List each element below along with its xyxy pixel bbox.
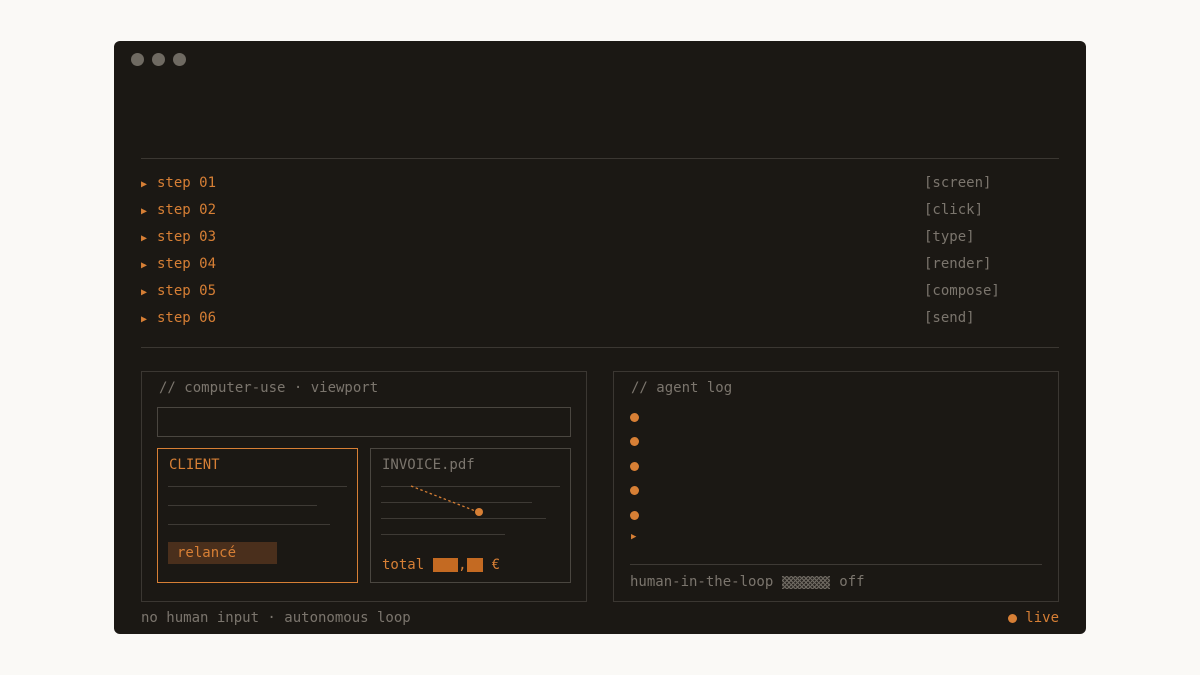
log-divider [630,564,1042,565]
play-arrow-icon: ▶ [141,179,148,190]
play-arrow-icon: ▶ [141,287,148,298]
step-row[interactable]: ▶ step 03 [type] [141,228,1059,255]
play-arrow-icon: ▶ [141,314,148,325]
minimize-dot-icon[interactable] [152,53,165,66]
step-label: step 02 [157,202,217,218]
divider-top [141,158,1059,159]
redacted-amount [466,558,483,572]
step-tag: [compose] [924,283,1000,299]
log-bullet-icon [630,462,639,471]
footer-caption: no human input · autonomous loop [141,610,411,626]
hitl-state: off [839,574,865,590]
client-card[interactable]: CLIENT relancé [157,448,358,583]
step-row[interactable]: ▶ step 04 [render] [141,255,1059,282]
step-label: step 05 [157,283,217,299]
play-arrow-icon: ▶ [141,233,148,244]
step-row[interactable]: ▶ step 05 [compose] [141,282,1059,309]
step-label: step 06 [157,310,217,326]
invoice-card[interactable]: INVOICE.pdf total , € [370,448,571,583]
log-bullet-icon [630,413,639,422]
redacted-amount [433,558,459,572]
viewport-panel: // computer-use · viewport CLIENT relanc… [141,371,587,602]
relance-button[interactable]: relancé [168,542,277,564]
viewport-title: // computer-use · viewport [159,380,379,396]
hitl-toggle[interactable] [782,575,831,589]
total-separator: , [458,557,467,573]
hitl-toggle-row: human-in-the-loop off [630,574,865,590]
log-bullet-icon [630,511,639,520]
step-row[interactable]: ▶ step 02 [click] [141,201,1059,228]
step-row[interactable]: ▶ step 06 [send] [141,309,1059,336]
log-bullet-icon [630,437,639,446]
client-title: CLIENT [169,457,220,473]
live-dot-icon [1008,613,1018,623]
window-controls [131,53,186,66]
maximize-dot-icon[interactable] [173,53,186,66]
currency-symbol: € [491,557,501,573]
invoice-total: total , € [382,557,500,573]
placeholder-line [168,524,330,525]
address-bar[interactable] [157,407,571,437]
placeholder-line [168,486,347,487]
play-arrow-icon: ▶ [141,260,148,271]
log-cursor-icon: ▶ [631,532,637,542]
hitl-label: human-in-the-loop [630,574,774,590]
step-label: step 04 [157,256,217,272]
placeholder-line [168,505,317,506]
step-tag: [screen] [924,175,992,191]
close-dot-icon[interactable] [131,53,144,66]
step-tag: [click] [924,202,984,218]
app-window: ▶ step 01 [screen] ▶ step 02 [click] ▶ s… [114,41,1086,634]
step-list: ▶ step 01 [screen] ▶ step 02 [click] ▶ s… [141,174,1059,336]
agent-log-panel: // agent log ▶ human-in-the-loop off [613,371,1059,602]
divider-bottom [141,347,1059,348]
step-row[interactable]: ▶ step 01 [screen] [141,174,1059,201]
step-label: step 01 [157,175,217,191]
step-tag: [type] [924,229,975,245]
live-status: live [1008,610,1059,626]
total-label: total [382,557,425,573]
log-bullet-icon [630,486,639,495]
step-tag: [send] [924,310,975,326]
step-label: step 03 [157,229,217,245]
agent-log-title: // agent log [631,380,733,396]
live-label: live [1025,610,1059,626]
play-arrow-icon: ▶ [141,206,148,217]
step-tag: [render] [924,256,992,272]
